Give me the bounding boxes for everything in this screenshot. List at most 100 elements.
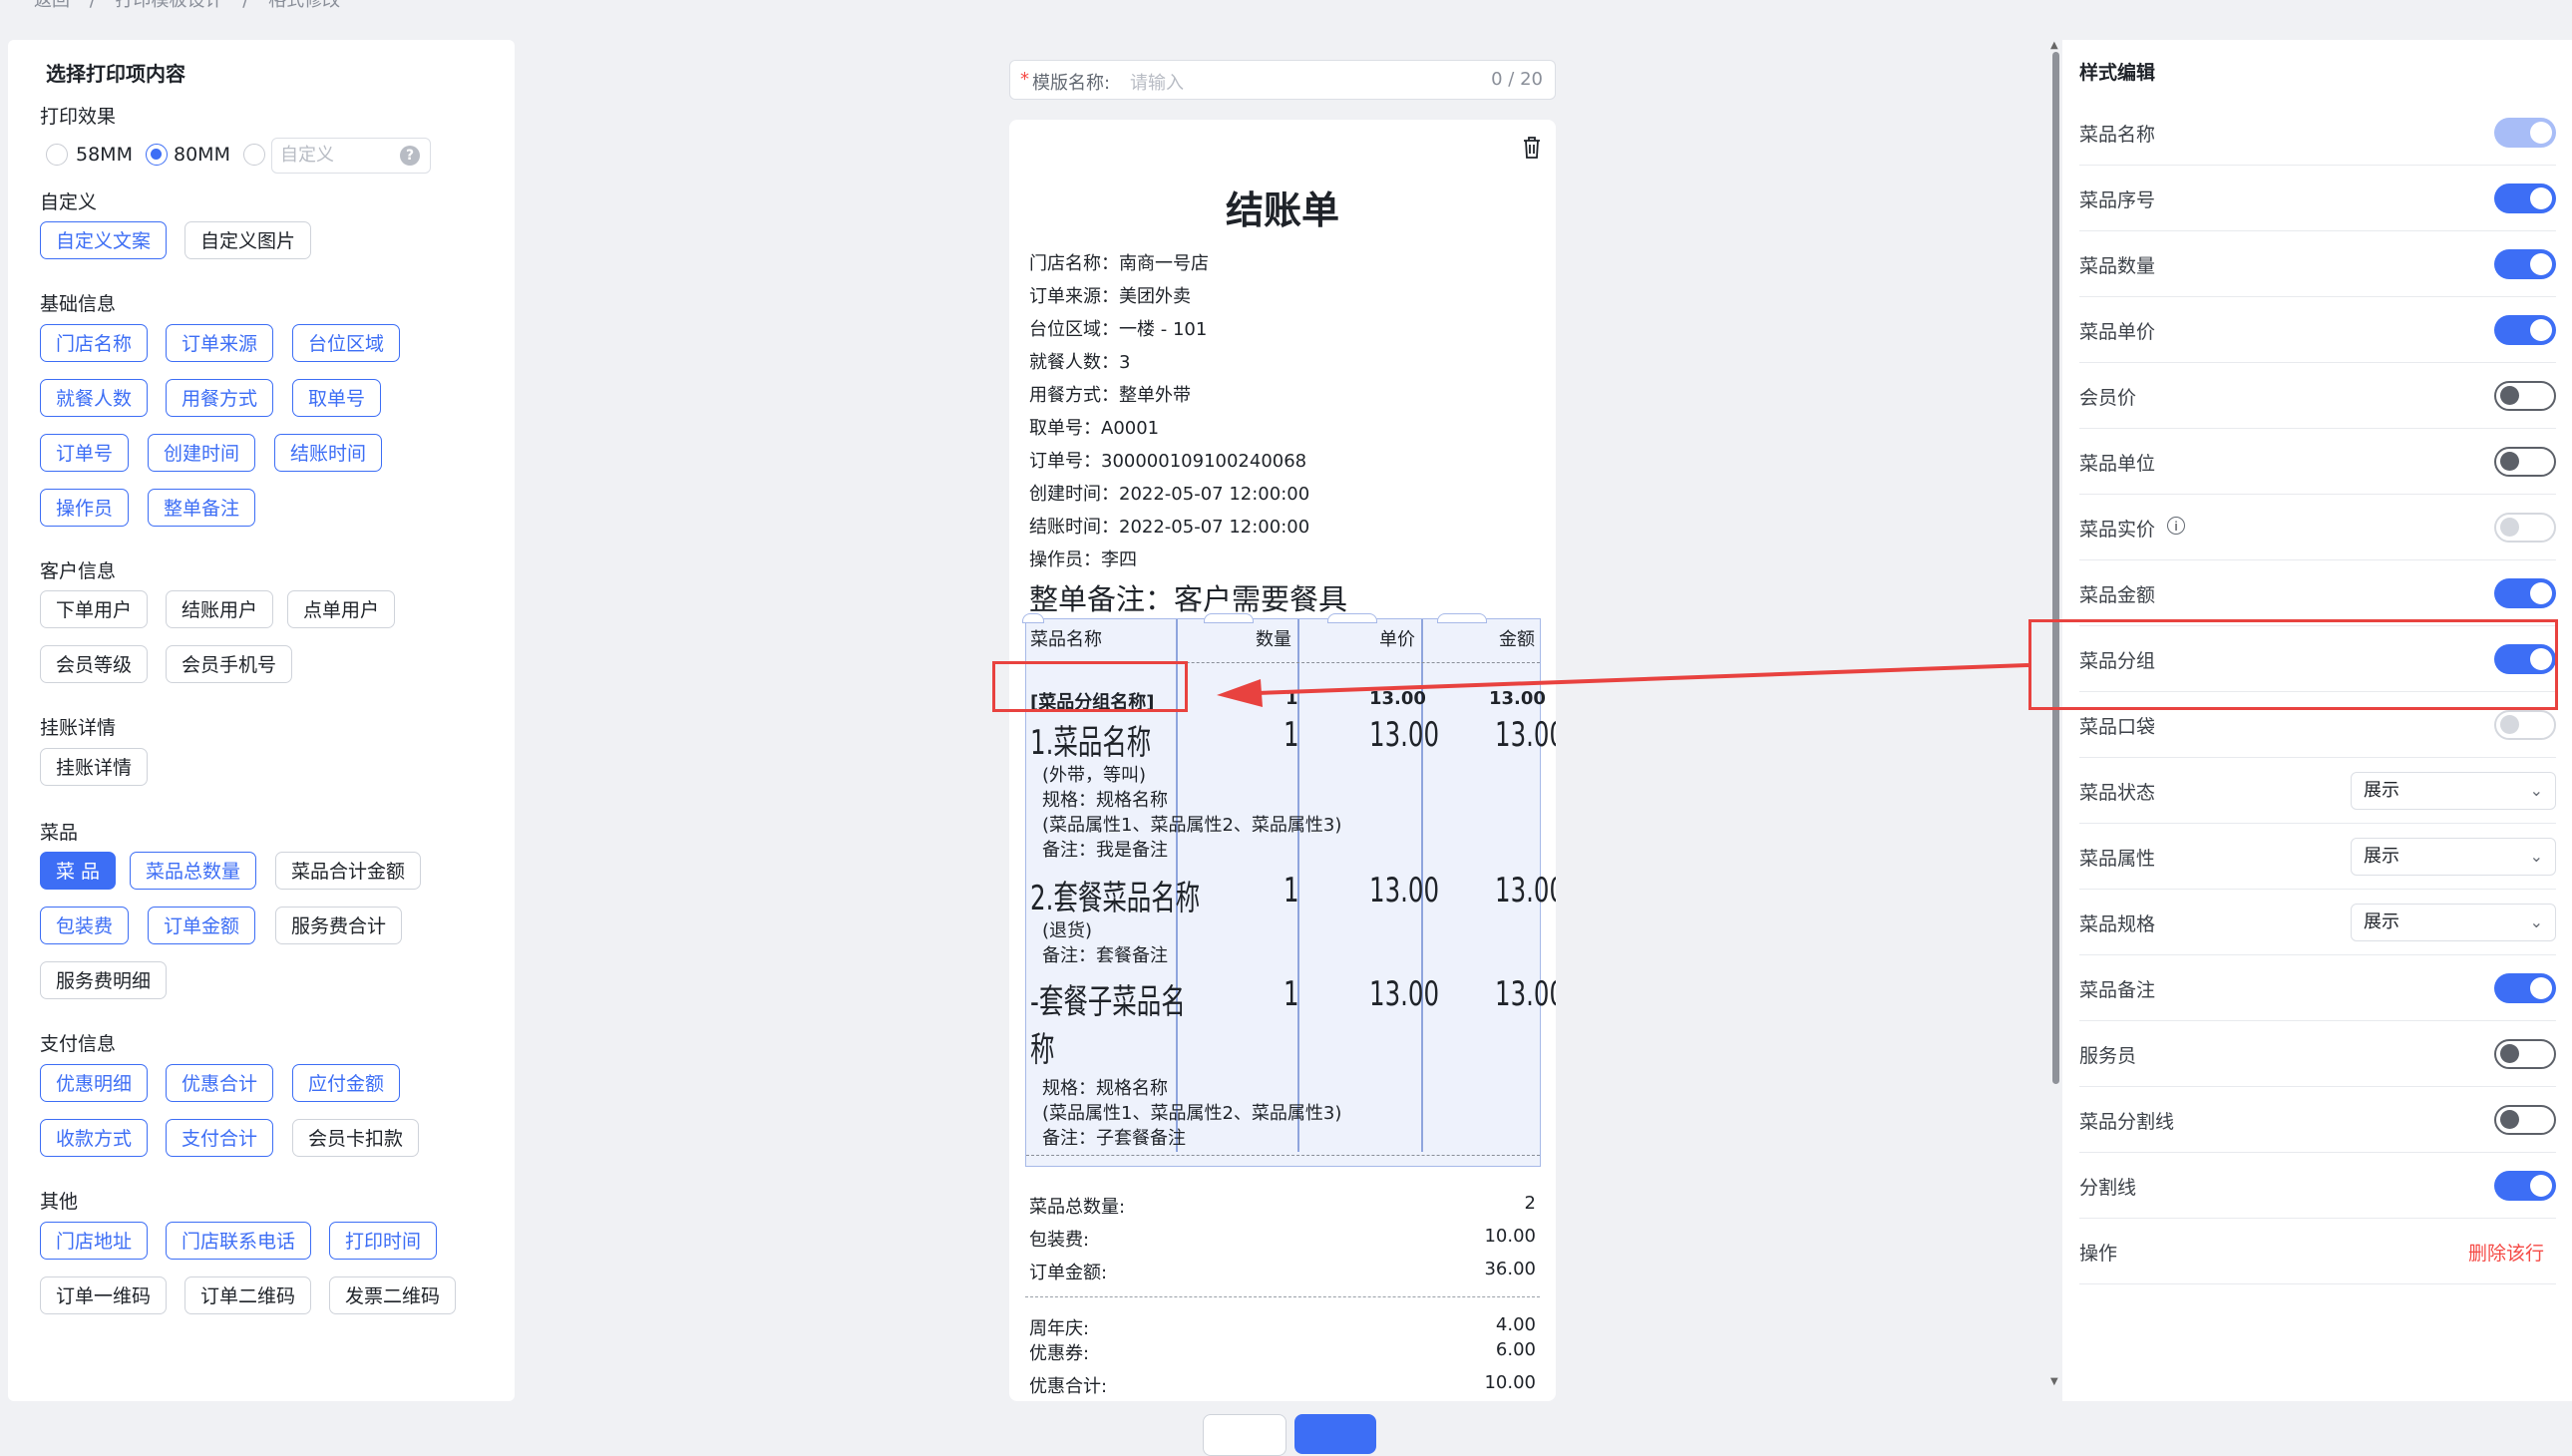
scroll-up-arrow-icon[interactable]: ▲: [2050, 40, 2058, 51]
tag-store-name[interactable]: 门店名称: [40, 324, 149, 362]
select-value: 展示: [2364, 911, 2399, 932]
tag-order-source[interactable]: 订单来源: [166, 324, 274, 362]
template-name-field[interactable]: * 模版名称: 请输入 0 / 20: [1009, 60, 1556, 100]
tag-dining-mode[interactable]: 用餐方式: [166, 379, 274, 417]
help-icon[interactable]: ?: [400, 146, 420, 166]
item2-qty: 1: [1284, 871, 1299, 910]
toggle-switch[interactable]: [2494, 1039, 2556, 1069]
column-resize-handle[interactable]: [1022, 613, 1044, 623]
info-order-source: 订单来源：美团外卖: [1029, 286, 1191, 307]
tag-create-time[interactable]: 创建时间: [148, 434, 256, 472]
tag-order-amount[interactable]: 订单金额: [148, 907, 256, 944]
toggle-switch[interactable]: [2494, 973, 2556, 1003]
tag-diners[interactable]: 就餐人数: [40, 379, 149, 417]
radio-custom[interactable]: [243, 144, 265, 166]
column-resize-handle[interactable]: [1327, 613, 1377, 623]
summary-label: 订单金额:: [1029, 1263, 1108, 1283]
chevron-down-icon: ⌄: [2529, 912, 2543, 931]
tag-custom-image[interactable]: 自定义图片: [184, 221, 312, 259]
tag-credit-details[interactable]: 挂账详情: [40, 748, 149, 786]
custom-size-input[interactable]: 自定义 ?: [271, 138, 431, 174]
tag-pickup-no[interactable]: 取单号: [292, 379, 382, 417]
tag-packaging-fee[interactable]: 包装费: [40, 907, 130, 944]
tag-custom-text[interactable]: 自定义文案: [40, 221, 168, 259]
toggle-switch[interactable]: [2494, 381, 2556, 411]
radio-80mm[interactable]: [146, 144, 168, 166]
style-row-label: 菜品单价: [2079, 321, 2156, 343]
item1-attrs: (菜品属性1、菜品属性2、菜品属性3): [1042, 815, 1342, 836]
tag-payment-total[interactable]: 支付合计: [166, 1119, 274, 1157]
print-effect-label: 打印效果: [40, 106, 117, 128]
tag-store-address[interactable]: 门店地址: [40, 1222, 149, 1260]
toggle-switch[interactable]: [2494, 183, 2556, 213]
item1-tag: (外带，等叫): [1042, 765, 1147, 786]
style-row-label: 菜品状态: [2079, 782, 2156, 804]
display-select[interactable]: 展示 ⌄: [2351, 904, 2556, 941]
tag-print-time[interactable]: 打印时间: [329, 1222, 438, 1260]
toggle-switch[interactable]: [2494, 315, 2556, 345]
tag-service-fee-total[interactable]: 服务费合计: [275, 907, 403, 944]
summary-value: 10.00: [1484, 1226, 1536, 1247]
style-row: 菜品数量: [2079, 231, 2556, 297]
tag-table-area[interactable]: 台位区域: [292, 324, 401, 362]
info-create-time: 创建时间：2022-05-07 12:00:00: [1029, 484, 1310, 505]
display-select[interactable]: 展示 ⌄: [2351, 772, 2556, 810]
scroll-down-arrow-icon[interactable]: ▼: [2050, 1376, 2058, 1387]
tag-checkout-user[interactable]: 结账用户: [166, 590, 274, 628]
toggle-switch[interactable]: [2494, 578, 2556, 608]
cancel-button[interactable]: [1203, 1414, 1286, 1456]
tag-dish-total-amount[interactable]: 菜品合计金额: [275, 852, 422, 890]
tag-member-level[interactable]: 会员等级: [40, 645, 149, 683]
summary-label: 优惠合计:: [1029, 1376, 1108, 1397]
style-row: 菜品分割线: [2079, 1087, 2556, 1153]
tag-order-no[interactable]: 订单号: [40, 434, 130, 472]
select-value: 展示: [2364, 780, 2399, 801]
style-row: 菜品状态 展示 ⌄: [2079, 758, 2556, 824]
tag-dish-total-qty[interactable]: 菜品总数量: [130, 852, 257, 890]
tag-discount-total[interactable]: 优惠合计: [166, 1064, 274, 1102]
trash-icon[interactable]: [1522, 136, 1542, 160]
column-resize-handle[interactable]: [1204, 613, 1254, 623]
breadcrumb-back-link[interactable]: 返回: [34, 0, 70, 10]
tag-service-fee-detail[interactable]: 服务费明细: [40, 961, 168, 999]
column-resize-handle[interactable]: [1437, 613, 1487, 623]
radio-58mm[interactable]: [46, 144, 68, 166]
receipt-title: 结账单: [1225, 188, 1339, 232]
style-row: 菜品序号: [2079, 166, 2556, 231]
item3-name: -套餐子菜品名: [1030, 982, 1186, 1022]
item1-price: 13.00: [1369, 715, 1440, 755]
toggle-switch[interactable]: [2494, 249, 2556, 279]
tag-operator[interactable]: 操作员: [40, 489, 130, 527]
tag-payable-amount[interactable]: 应付金额: [292, 1064, 401, 1102]
tag-discount-detail[interactable]: 优惠明细: [40, 1064, 149, 1102]
tag-checkout-time[interactable]: 结账时间: [274, 434, 383, 472]
summary-dish-qty: 菜品总数量: 2: [1029, 1193, 1536, 1219]
style-row-label: 菜品序号: [2079, 189, 2156, 211]
summary-value: 4.00: [1495, 1314, 1536, 1335]
item3-name-cont: 称: [1030, 1030, 1055, 1070]
tag-member-card-deduct[interactable]: 会员卡扣款: [292, 1119, 420, 1157]
delete-row-link[interactable]: 删除该行: [2468, 1239, 2544, 1266]
style-row-label: 菜品实价: [2079, 519, 2156, 541]
breadcrumb-template-design[interactable]: 打印模板设计: [116, 0, 223, 10]
tag-member-phone[interactable]: 会员手机号: [166, 645, 293, 683]
item1-name: 1.菜品名称: [1030, 723, 1152, 763]
annotation-arrow-icon: [1217, 663, 2029, 707]
item3-amount: 13.00: [1495, 974, 1556, 1014]
tag-ordering-user[interactable]: 点单用户: [287, 590, 396, 628]
save-button[interactable]: [1294, 1414, 1376, 1454]
tag-order-user[interactable]: 下单用户: [40, 590, 149, 628]
tag-order-barcode[interactable]: 订单一维码: [40, 1276, 168, 1314]
toggle-switch[interactable]: [2494, 1171, 2556, 1201]
tag-dish[interactable]: 菜 品: [40, 852, 117, 890]
info-icon[interactable]: i: [2167, 517, 2185, 535]
tag-store-phone[interactable]: 门店联系电话: [166, 1222, 312, 1260]
scrollbar-thumb[interactable]: [2052, 52, 2059, 1084]
toggle-switch[interactable]: [2494, 447, 2556, 477]
toggle-switch[interactable]: [2494, 1105, 2556, 1135]
tag-order-qrcode[interactable]: 订单二维码: [184, 1276, 312, 1314]
tag-invoice-qrcode[interactable]: 发票二维码: [329, 1276, 457, 1314]
display-select[interactable]: 展示 ⌄: [2351, 838, 2556, 876]
tag-order-remark[interactable]: 整单备注: [148, 489, 256, 527]
tag-payment-method[interactable]: 收款方式: [40, 1119, 149, 1157]
